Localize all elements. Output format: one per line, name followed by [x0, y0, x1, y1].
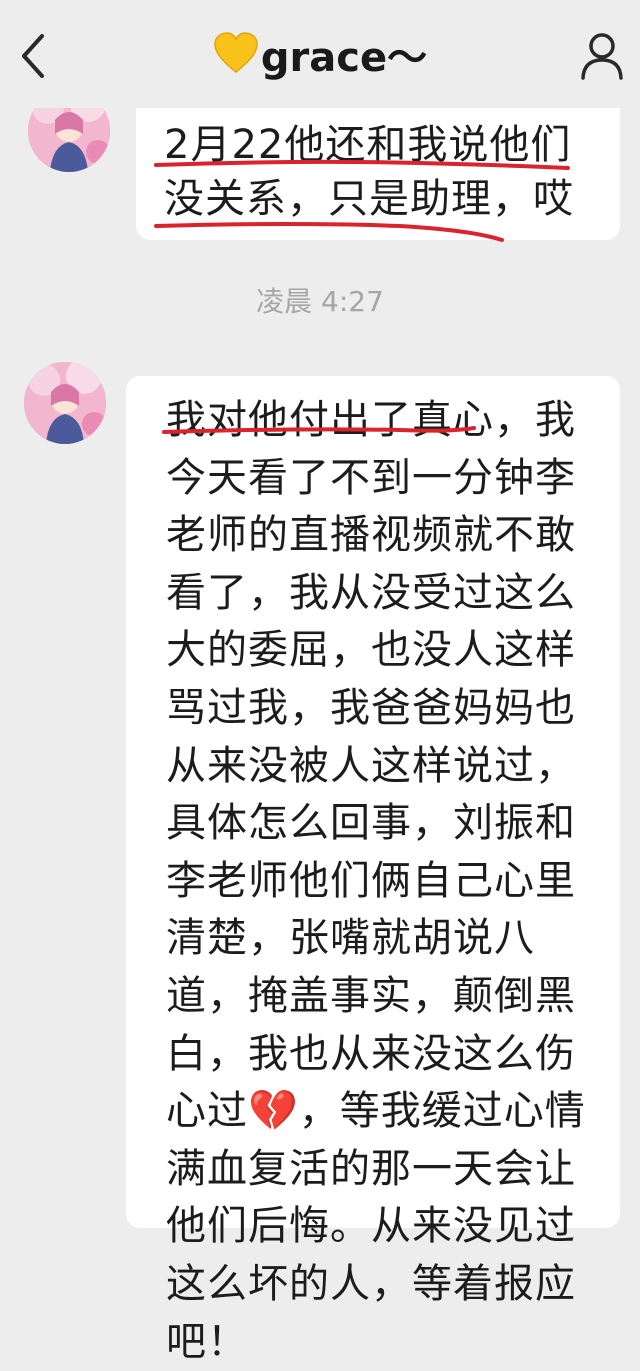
message-text: 2月22他还和我说他们没关系，只是助理，哎	[164, 122, 574, 222]
chat-title: grace～	[0, 30, 640, 89]
message-timestamp: 凌晨 4:27	[256, 285, 384, 318]
message-bubble[interactable]: 我对他付出了真心，我今天看了不到一分钟李老师的直播视频就不敢看了，我从没受过这么…	[126, 376, 620, 1365]
contact-name: grace～	[260, 35, 428, 81]
yellow-heart-icon	[213, 31, 259, 89]
message-bubble[interactable]: 2月22他还和我说他们没关系，只是助理，哎	[136, 96, 620, 240]
profile-button[interactable]	[578, 30, 626, 82]
avatar-image	[24, 362, 106, 444]
person-icon	[581, 33, 623, 80]
chat-area: 2月22他还和我说他们没关系，只是助理，哎 凌晨 4:27 我对他付出了真心，我…	[0, 0, 640, 1365]
chat-header: grace～	[0, 0, 640, 108]
message-text: 我对他付出了真心，我今天看了不到一分钟李老师的直播视频就不敢看了，我从没受过这么…	[166, 397, 586, 1365]
avatar[interactable]	[24, 362, 106, 444]
